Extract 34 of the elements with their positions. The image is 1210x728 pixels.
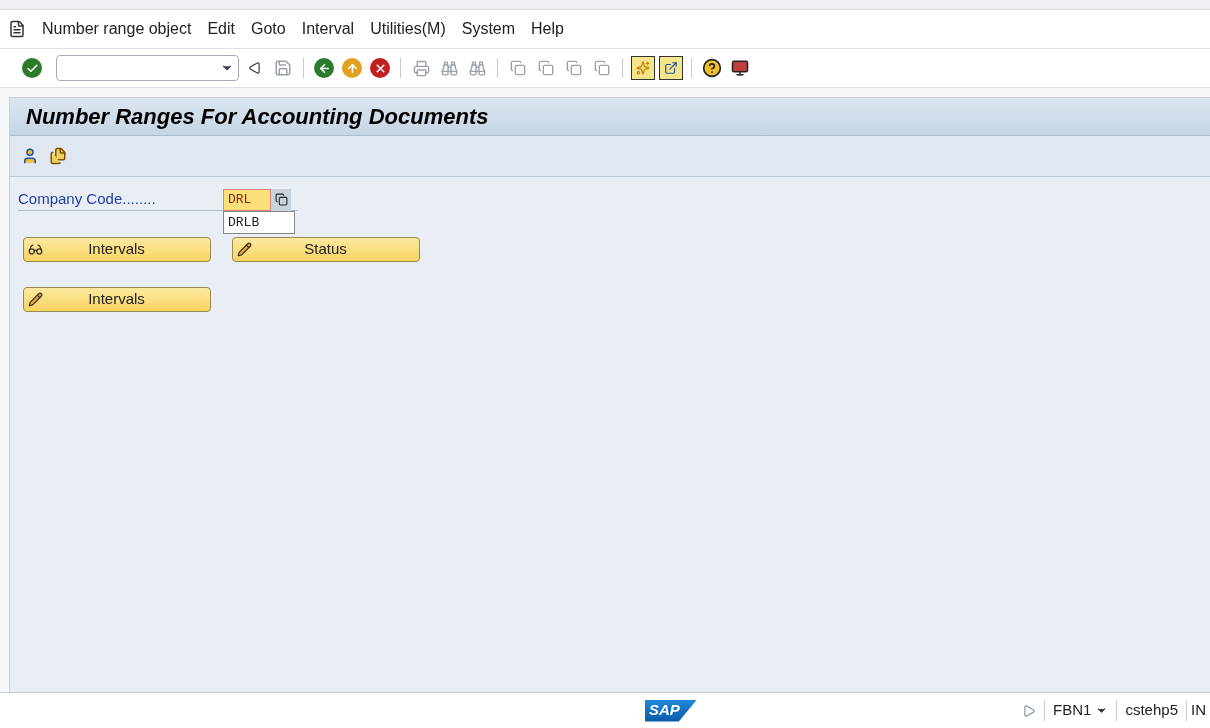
company-code-field[interactable]: DRL: [223, 188, 271, 211]
menu-item[interactable]: Goto: [251, 17, 286, 41]
help-icon[interactable]: [700, 56, 724, 80]
menu-item[interactable]: System: [461, 17, 516, 41]
menu-item[interactable]: Edit: [207, 17, 235, 41]
menu-item[interactable]: Help: [531, 17, 564, 41]
command-field[interactable]: [56, 55, 239, 81]
shortcut-icon[interactable]: [659, 56, 683, 80]
system-menu-icon[interactable]: [8, 20, 26, 38]
up-arrow-icon: [345, 61, 359, 75]
enter-button[interactable]: [20, 56, 44, 80]
glasses-icon: [28, 242, 43, 257]
pencil-icon: [28, 292, 43, 307]
action-button[interactable]: Intervals: [23, 287, 211, 312]
input-mode: IN: [1190, 700, 1207, 721]
company-code-label: Company Code........: [18, 189, 157, 210]
action-button[interactable]: Status: [232, 237, 420, 262]
cross-icon: [373, 61, 387, 75]
sap-logo: SAP: [645, 699, 697, 722]
server-name: cstehp5: [1124, 700, 1179, 721]
expand-status-icon[interactable]: [1022, 703, 1037, 718]
action-button[interactable]: Intervals: [23, 237, 211, 262]
value-help-button[interactable]: [271, 188, 291, 211]
menu-item[interactable]: Interval: [301, 17, 355, 41]
menu-item[interactable]: Number range object: [42, 17, 192, 41]
pencil-icon: [237, 242, 252, 257]
cancel-button[interactable]: [368, 56, 392, 80]
back-button[interactable]: [312, 56, 336, 80]
transaction-code: FBN1: [1052, 700, 1093, 721]
page-title: Number Ranges For Accounting Documents: [26, 103, 489, 131]
suggestion-item[interactable]: DRLB: [224, 212, 294, 233]
checkmark-icon: [25, 61, 39, 75]
left-arrow-icon: [317, 61, 331, 75]
menu-item[interactable]: Utilities(M): [370, 17, 446, 41]
